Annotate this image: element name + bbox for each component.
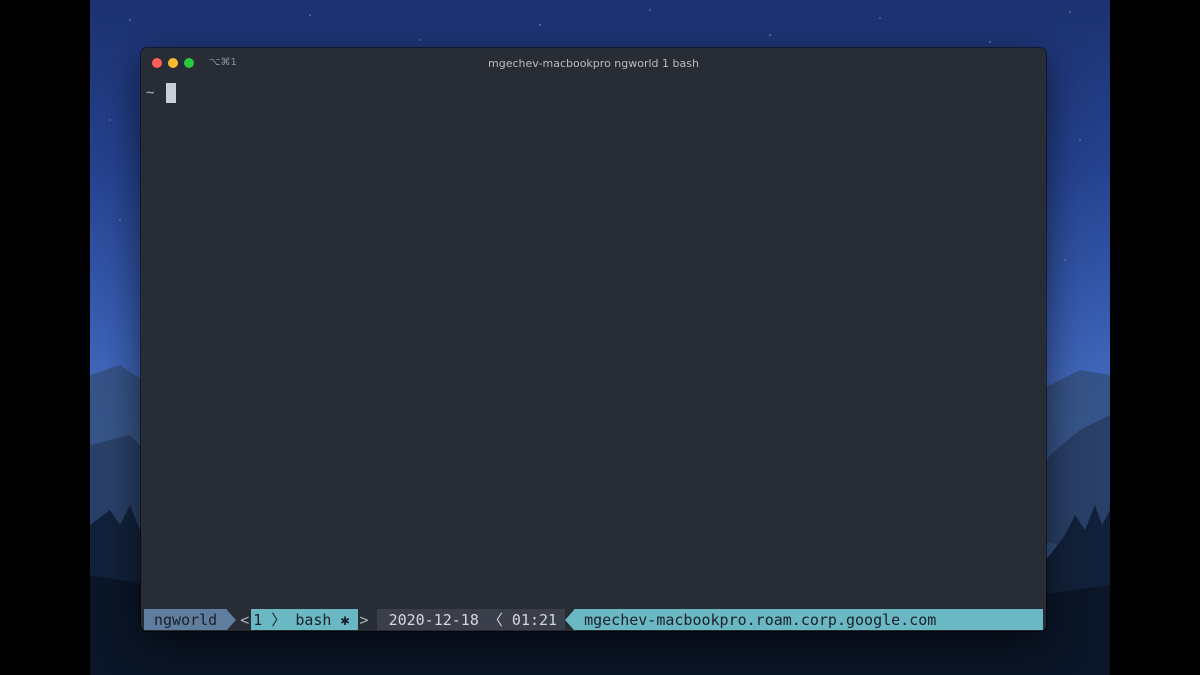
host-separator-arrow xyxy=(565,609,575,630)
terminal-content[interactable]: ~ xyxy=(141,78,1046,609)
window-tab-bash[interactable]: 1 〉 bash ✱ xyxy=(251,609,358,630)
prompt-line: ~ xyxy=(146,82,1041,104)
text-cursor xyxy=(166,83,177,103)
letterbox-left xyxy=(0,0,90,675)
session-name[interactable]: ngworld xyxy=(144,609,228,630)
prompt-symbol: ~ xyxy=(146,85,155,101)
date-time: 2020-12-18 〈 01:21 xyxy=(376,609,566,630)
tmux-status-bar: ngworld < 1 〉 bash ✱ > 2020-12-18 〈 01:2… xyxy=(144,609,1043,630)
terminal-window[interactable]: ⌥⌘1 mgechev-macbookpro ngworld 1 bash ~ … xyxy=(141,48,1046,631)
window-titlebar[interactable]: ⌥⌘1 mgechev-macbookpro ngworld 1 bash xyxy=(141,48,1046,78)
window-open-marker: < xyxy=(240,610,250,629)
hostname: mgechev-macbookpro.roam.corp.google.com xyxy=(574,609,1043,630)
screen: ⌥⌘1 mgechev-macbookpro ngworld 1 bash ~ … xyxy=(0,0,1200,675)
window-close-marker: > xyxy=(359,610,369,629)
window-title: mgechev-macbookpro ngworld 1 bash xyxy=(488,57,699,70)
session-separator-arrow xyxy=(227,609,237,630)
letterbox-right xyxy=(1110,0,1200,675)
